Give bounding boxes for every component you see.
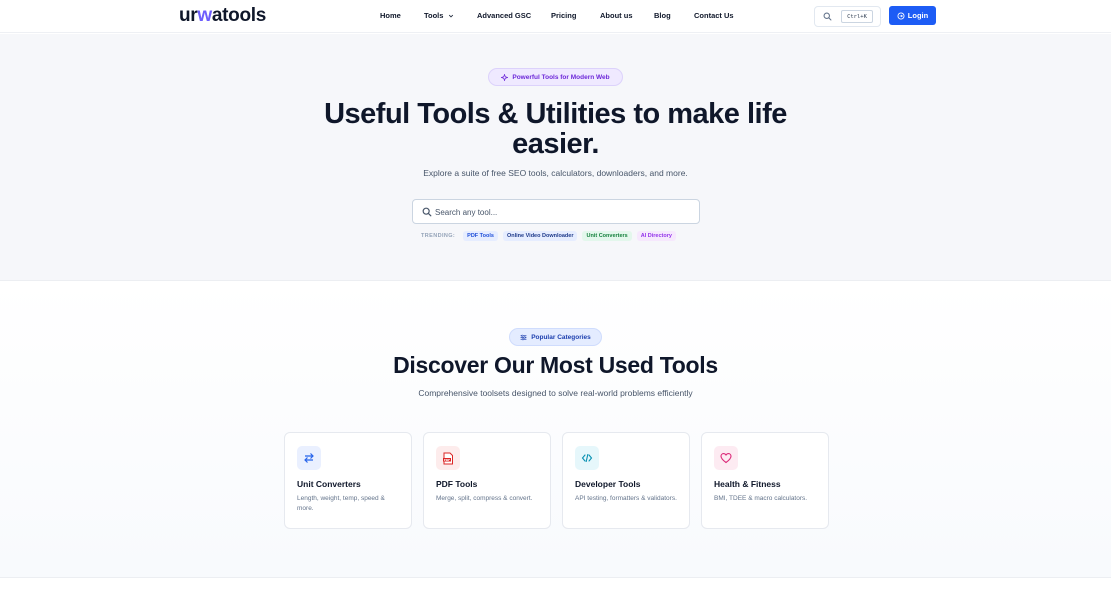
trending-tag-unit-converters[interactable]: Unit Converters bbox=[582, 230, 632, 241]
categories-badge: Popular Categories bbox=[509, 328, 602, 346]
card-description: Length, weight, temp, speed & more. bbox=[297, 495, 385, 512]
login-icon bbox=[897, 12, 905, 19]
hero-subtitle: Explore a suite of free SEO tools, calcu… bbox=[423, 168, 688, 178]
trending-tag-pdf-tools[interactable]: PDF Tools bbox=[463, 230, 498, 241]
nav-home[interactable]: Home bbox=[380, 11, 401, 20]
trending-tags: TRENDING: PDF Tools Online Video Downloa… bbox=[421, 230, 676, 241]
heart-icon bbox=[714, 446, 738, 470]
nav-tools[interactable]: Tools bbox=[424, 11, 454, 20]
categories-title: Discover Our Most Used Tools bbox=[393, 352, 718, 378]
hero-badge-label: Powerful Tools for Modern Web bbox=[512, 73, 610, 81]
card-description: Merge, split, compress & convert. bbox=[436, 495, 533, 502]
pdf-file-icon: PDF bbox=[436, 446, 460, 470]
categories-subtitle: Comprehensive toolsets designed to solve… bbox=[418, 388, 693, 398]
trending-label: TRENDING: bbox=[421, 232, 456, 239]
site-header: urwatools Home Tools Advanced GSC Pricin… bbox=[0, 0, 1111, 33]
card-description: BMI, TDEE & macro calculators. bbox=[714, 495, 808, 502]
category-card-pdf-tools[interactable]: PDF PDF Tools Merge, split, compress & c… bbox=[423, 432, 551, 529]
nav-about[interactable]: About us bbox=[600, 11, 633, 20]
sparkle-icon bbox=[501, 73, 509, 81]
categories-badge-label: Popular Categories bbox=[531, 333, 591, 341]
site-logo[interactable]: urwatools bbox=[179, 5, 266, 27]
arrows-exchange-icon bbox=[297, 446, 321, 470]
categories-section: Popular Categories Discover Our Most Use… bbox=[0, 281, 1111, 578]
nav-contact[interactable]: Contact Us bbox=[694, 11, 734, 20]
login-button[interactable]: Login bbox=[889, 6, 936, 25]
search-icon bbox=[422, 207, 432, 217]
nav-advanced-gsc[interactable]: Advanced GSC bbox=[477, 11, 531, 20]
svg-text:PDF: PDF bbox=[444, 457, 450, 461]
card-title: PDF Tools bbox=[436, 479, 478, 489]
card-title: Health & Fitness bbox=[714, 479, 781, 489]
search-icon bbox=[823, 12, 832, 21]
category-card-developer-tools[interactable]: Developer Tools API testing, formatters … bbox=[562, 432, 690, 529]
hero-badge: Powerful Tools for Modern Web bbox=[488, 68, 623, 86]
trending-tag-video-downloader[interactable]: Online Video Downloader bbox=[502, 230, 578, 241]
header-search-button[interactable]: Ctrl+K bbox=[814, 6, 881, 27]
nav-pricing[interactable]: Pricing bbox=[551, 11, 576, 20]
chevron-down-icon bbox=[449, 14, 454, 18]
nav-blog[interactable]: Blog bbox=[654, 11, 671, 20]
hero-search-box[interactable] bbox=[412, 199, 700, 224]
category-card-health-fitness[interactable]: Health & Fitness BMI, TDEE & macro calcu… bbox=[701, 432, 829, 529]
trending-tag-ai-directory[interactable]: AI Directory bbox=[636, 230, 676, 241]
card-description: API testing, formatters & validators. bbox=[575, 495, 677, 502]
hero-search-input[interactable] bbox=[435, 204, 693, 220]
card-title: Developer Tools bbox=[575, 479, 641, 489]
nav-tools-label: Tools bbox=[424, 11, 444, 20]
keyboard-shortcut-badge: Ctrl+K bbox=[841, 10, 873, 23]
code-icon bbox=[575, 446, 599, 470]
hero-title: Useful Tools & Utilities to make life ea… bbox=[324, 98, 787, 160]
sliders-icon bbox=[520, 334, 527, 340]
category-card-unit-converters[interactable]: Unit Converters Length, weight, temp, sp… bbox=[284, 432, 412, 529]
hero-section: Powerful Tools for Modern Web Useful Too… bbox=[0, 34, 1111, 281]
card-title: Unit Converters bbox=[297, 479, 361, 489]
login-label: Login bbox=[907, 11, 929, 20]
